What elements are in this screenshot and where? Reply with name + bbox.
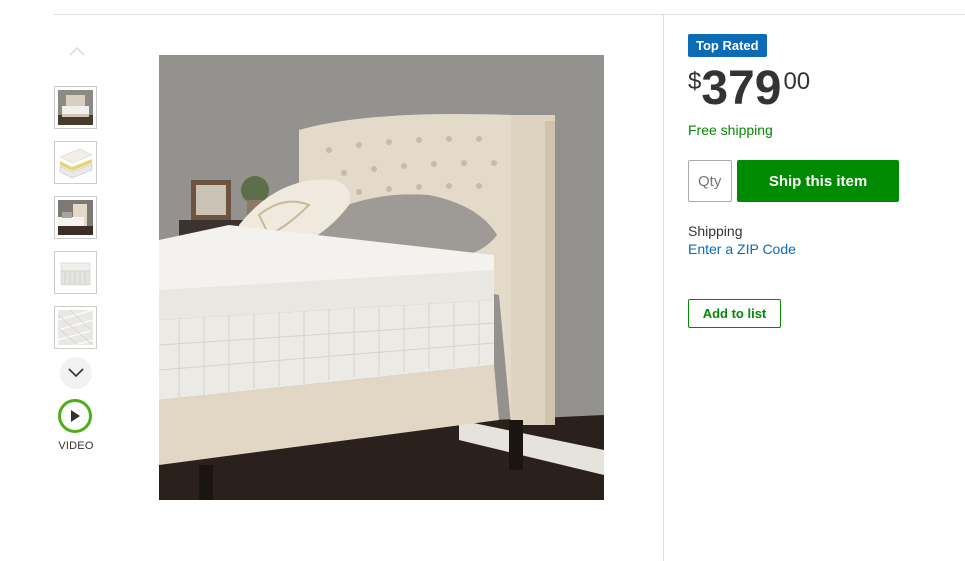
enter-zip-code-link[interactable]: Enter a ZIP Code: [688, 241, 796, 257]
thumbnail-5[interactable]: [54, 306, 97, 349]
ship-this-item-button[interactable]: Ship this item: [737, 160, 899, 202]
thumbnail-image: [58, 310, 93, 345]
thumbnail-image: [58, 90, 93, 125]
bed-product-photo: [159, 55, 604, 500]
product-price: $37900: [688, 62, 810, 116]
thumbnail-2[interactable]: [54, 141, 97, 184]
thumbnail-image: [58, 145, 93, 180]
top-rated-badge: Top Rated: [688, 34, 767, 57]
chevron-up-icon: [69, 46, 85, 56]
price-currency: $: [688, 68, 702, 95]
quantity-input[interactable]: [688, 160, 732, 202]
thumbnail-scroll-up-button[interactable]: [63, 37, 91, 65]
thumbnail-scroll-down-button[interactable]: [60, 357, 92, 389]
shipping-label: Shipping: [688, 223, 743, 239]
thumbnail-3[interactable]: [54, 196, 97, 239]
video-label: VIDEO: [58, 440, 94, 452]
add-to-list-button[interactable]: Add to list: [688, 299, 781, 328]
thumbnail-4[interactable]: [54, 251, 97, 294]
main-product-image[interactable]: [159, 55, 604, 500]
price-cents: 00: [783, 68, 811, 95]
thumbnail-image: [58, 200, 93, 235]
free-shipping-note: Free shipping: [688, 122, 773, 138]
top-divider: [54, 14, 965, 15]
column-divider: [663, 15, 664, 561]
product-page: VIDEO Top Rated $37900 Free shipping Qty…: [0, 0, 965, 561]
thumbnail-1[interactable]: [54, 86, 97, 129]
play-icon: [71, 410, 80, 422]
chevron-down-icon: [68, 368, 84, 378]
price-dollars: 379: [701, 62, 782, 115]
video-play-button[interactable]: [58, 399, 92, 433]
thumbnail-image: [58, 255, 93, 290]
